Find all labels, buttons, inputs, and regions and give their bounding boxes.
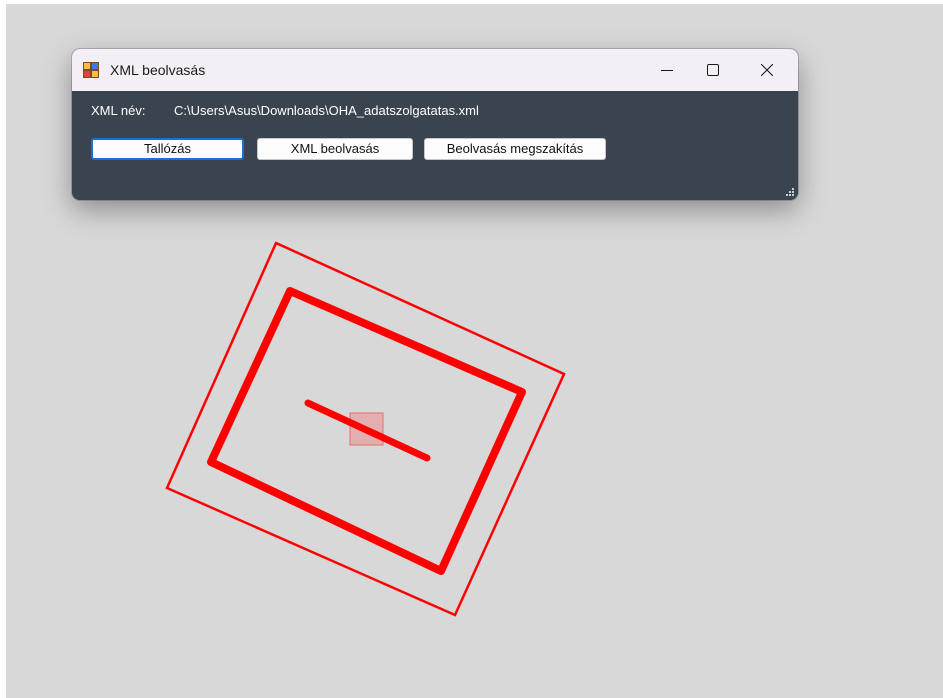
window-title: XML beolvasás [110,62,206,78]
xml-path-value: C:\Users\Asus\Downloads\OHA_adatszolgata… [174,103,479,118]
read-xml-button[interactable]: XML beolvasás [257,138,413,160]
maximize-button[interactable] [690,49,736,91]
form-client-area: XML név: C:\Users\Asus\Downloads\OHA_ada… [72,91,798,200]
minimize-button[interactable] [644,49,690,91]
xml-reader-window: XML beolvasás XML név: C:\Users\Asus\Dow… [72,49,798,200]
window-controls [644,49,798,91]
close-icon [761,64,773,76]
resize-grip-icon[interactable] [785,187,795,197]
browse-button[interactable]: Tallózás [91,138,244,160]
close-button[interactable] [736,49,798,91]
windows-form-icon [83,61,101,79]
maximize-icon [707,64,719,76]
xml-name-label: XML név: [91,103,146,118]
center-line [304,399,431,462]
title-bar[interactable]: XML beolvasás [72,49,798,91]
minimize-icon [661,70,673,71]
cancel-reading-button[interactable]: Beolvasás megszakítás [424,138,606,160]
